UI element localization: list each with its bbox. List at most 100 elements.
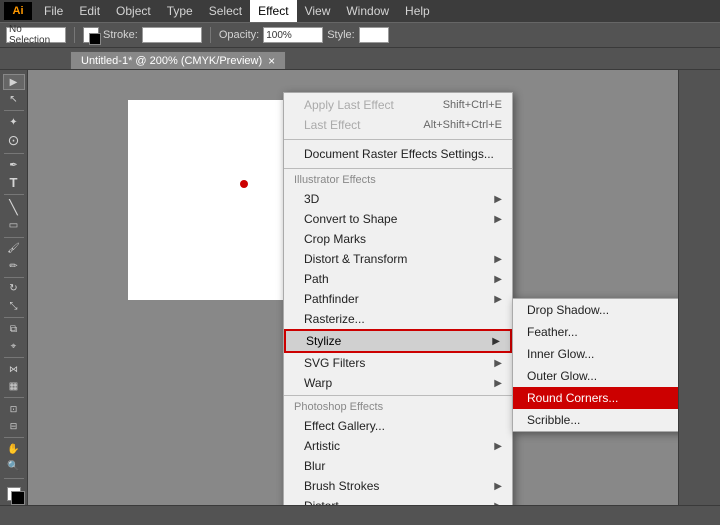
zoom-tool[interactable]: 🔍: [3, 458, 25, 474]
inner-glow-label: Inner Glow...: [527, 347, 594, 361]
app-window: Ai File Edit Object Type Select Effect V…: [0, 0, 720, 505]
style-label: Style:: [327, 29, 355, 41]
menu-object[interactable]: Object: [108, 0, 159, 22]
menu-window[interactable]: Window: [338, 0, 397, 22]
eyedropper-tool[interactable]: ⌖: [3, 338, 25, 354]
tool-separator-2: [4, 153, 24, 154]
pen-tool[interactable]: ✒: [3, 157, 25, 173]
canvas-object: [240, 180, 248, 188]
type-tool[interactable]: T: [3, 174, 25, 191]
tool-separator-4: [4, 237, 24, 238]
artistic-item[interactable]: Artistic ▶: [284, 436, 512, 456]
tool-separator-8: [4, 397, 24, 398]
brush-strokes-arrow: ▶: [494, 481, 502, 492]
pathfinder-item[interactable]: Pathfinder ▶: [284, 289, 512, 309]
stroke-label: Stroke:: [103, 29, 138, 41]
apply-last-effect-label: Apply Last Effect: [304, 98, 394, 112]
rasterize-item[interactable]: Rasterize...: [284, 309, 512, 329]
document-raster-label: Document Raster Effects Settings...: [304, 147, 494, 161]
drop-shadow-item[interactable]: Drop Shadow...: [513, 299, 678, 321]
feather-item[interactable]: Feather...: [513, 321, 678, 343]
right-panel: [678, 70, 720, 505]
canvas-area: Apply Last Effect Shift+Ctrl+E Last Effe…: [28, 70, 678, 505]
last-effect-item[interactable]: Last Effect Alt+Shift+Ctrl+E: [284, 115, 512, 135]
effect-3d-item[interactable]: 3D ▶: [284, 189, 512, 209]
lasso-tool[interactable]: ⊙: [3, 131, 25, 150]
doc-tab-untitled[interactable]: Untitled-1* @ 200% (CMYK/Preview) ×: [70, 51, 286, 69]
pencil-tool[interactable]: ✏: [3, 258, 25, 274]
stroke-color-box[interactable]: [83, 27, 99, 43]
direct-selection-tool[interactable]: ↖: [3, 91, 25, 107]
menu-help[interactable]: Help: [397, 0, 438, 22]
apply-last-effect-item[interactable]: Apply Last Effect Shift+Ctrl+E: [284, 95, 512, 115]
svg-filters-arrow: ▶: [494, 358, 502, 369]
effect-menu-top-section: Apply Last Effect Shift+Ctrl+E Last Effe…: [284, 93, 512, 137]
feather-label: Feather...: [527, 325, 578, 339]
stroke-value[interactable]: [142, 27, 202, 43]
rasterize-label: Rasterize...: [304, 312, 365, 326]
color-fill-stroke[interactable]: [3, 483, 25, 499]
doc-tab-bar: Untitled-1* @ 200% (CMYK/Preview) ×: [0, 48, 720, 70]
brush-strokes-item[interactable]: Brush Strokes ▶: [284, 476, 512, 496]
last-effect-label: Last Effect: [304, 118, 360, 132]
convert-to-shape-arrow: ▶: [494, 214, 502, 225]
round-corners-item[interactable]: Round Corners...: [513, 387, 678, 409]
doc-tab-label: Untitled-1* @ 200% (CMYK/Preview): [81, 55, 262, 67]
slice-tool[interactable]: ⊟: [3, 418, 25, 434]
style-value[interactable]: [359, 27, 389, 43]
document-raster-item[interactable]: Document Raster Effects Settings...: [284, 144, 512, 164]
doc-tab-close[interactable]: ×: [268, 54, 275, 68]
menu-effect[interactable]: Effect: [250, 0, 296, 22]
toolbar: No Selection Stroke: Opacity: 100% Style…: [0, 22, 720, 48]
line-tool[interactable]: ╲: [3, 198, 25, 217]
artistic-arrow: ▶: [494, 441, 502, 452]
transform-tool[interactable]: ⧉: [3, 321, 25, 337]
outer-glow-item[interactable]: Outer Glow...: [513, 365, 678, 387]
warp-item[interactable]: Warp ▶: [284, 373, 512, 393]
menu-bar: Ai File Edit Object Type Select Effect V…: [0, 0, 720, 22]
scale-tool[interactable]: ⤡: [3, 298, 25, 314]
menu-type[interactable]: Type: [159, 0, 201, 22]
tool-separator-5: [4, 277, 24, 278]
distort-label: Distort: [304, 499, 339, 505]
distort-transform-item[interactable]: Distort & Transform ▶: [284, 249, 512, 269]
blend-tool[interactable]: ⋈: [3, 361, 25, 377]
rotate-tool[interactable]: ↻: [3, 281, 25, 297]
distort-transform-arrow: ▶: [494, 254, 502, 265]
shape-tool[interactable]: ▭: [3, 218, 25, 234]
left-toolbar: ▶ ↖ ✦ ⊙ ✒ T ╲ ▭ 🖌 ✏ ↻ ⤡ ⧉ ⌖ ⋈ ▦ ⊡ ⊟: [0, 70, 28, 505]
selection-tool[interactable]: ▶: [3, 74, 25, 90]
crop-marks-item[interactable]: Crop Marks: [284, 229, 512, 249]
distort-item[interactable]: Distort ▶: [284, 496, 512, 505]
effect-gallery-item[interactable]: Effect Gallery...: [284, 416, 512, 436]
effect-3d-arrow: ▶: [494, 194, 502, 205]
tool-separator-6: [4, 317, 24, 318]
stylize-arrow: ▶: [492, 336, 500, 347]
opacity-value[interactable]: 100%: [263, 27, 323, 43]
effect-menu: Apply Last Effect Shift+Ctrl+E Last Effe…: [283, 92, 513, 505]
convert-to-shape-item[interactable]: Convert to Shape ▶: [284, 209, 512, 229]
toolbar-divider-1: [74, 27, 75, 43]
menu-view[interactable]: View: [297, 0, 339, 22]
outer-glow-label: Outer Glow...: [527, 369, 597, 383]
opacity-label: Opacity:: [219, 29, 259, 41]
artboard-tool[interactable]: ⊡: [3, 401, 25, 417]
distort-arrow: ▶: [494, 501, 502, 506]
blur-item[interactable]: Blur: [284, 456, 512, 476]
tool-separator-9: [4, 437, 24, 438]
stylize-item[interactable]: Stylize ▶: [284, 329, 512, 353]
scribble-item[interactable]: Scribble...: [513, 409, 678, 431]
menu-file[interactable]: File: [36, 0, 71, 22]
column-graph-tool[interactable]: ▦: [3, 378, 25, 394]
hand-tool[interactable]: ✋: [3, 441, 25, 457]
stylize-label: Stylize: [306, 334, 341, 348]
paintbrush-tool[interactable]: 🖌: [3, 241, 25, 257]
apply-last-effect-shortcut: Shift+Ctrl+E: [443, 99, 502, 111]
menu-edit[interactable]: Edit: [71, 0, 108, 22]
inner-glow-item[interactable]: Inner Glow...: [513, 343, 678, 365]
divider-3: [284, 395, 512, 396]
magic-wand-tool[interactable]: ✦: [3, 114, 25, 130]
svg-filters-item[interactable]: SVG Filters ▶: [284, 353, 512, 373]
menu-select[interactable]: Select: [201, 0, 250, 22]
path-item[interactable]: Path ▶: [284, 269, 512, 289]
